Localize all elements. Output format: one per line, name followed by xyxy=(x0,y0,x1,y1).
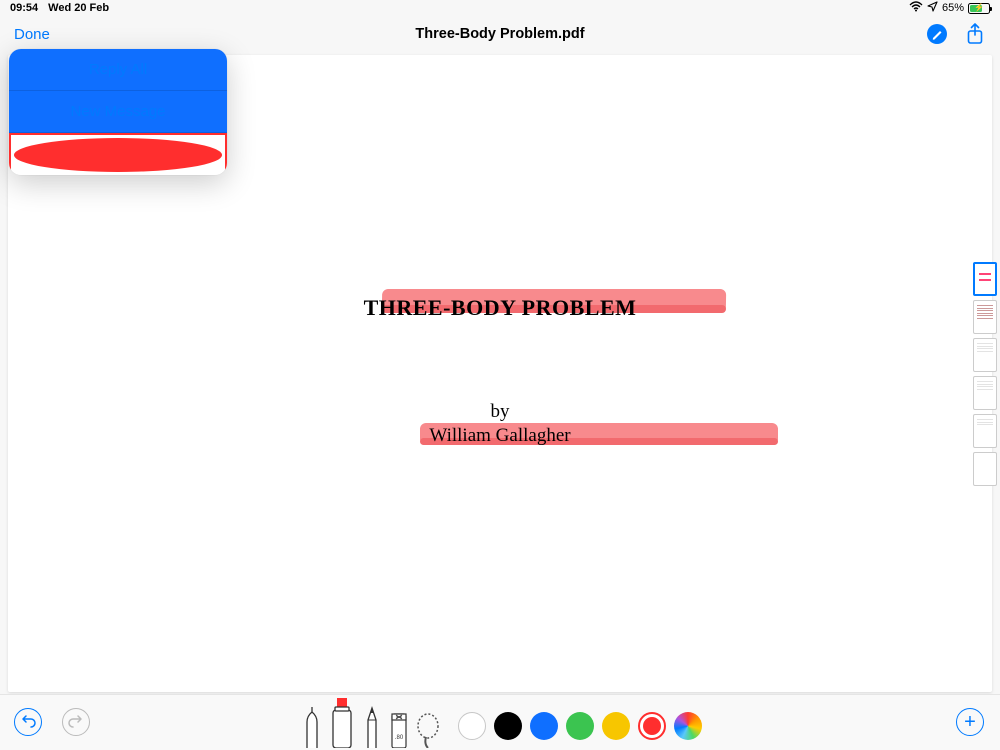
location-icon xyxy=(927,1,938,15)
lasso-tool[interactable] xyxy=(413,704,443,748)
battery-icon: ⚡ xyxy=(968,3,990,14)
color-white[interactable] xyxy=(458,712,486,740)
add-shape-button[interactable]: + xyxy=(956,708,984,736)
new-message-option[interactable]: New Message xyxy=(9,91,227,133)
markup-toolbar: .80 + xyxy=(0,694,1000,750)
color-green[interactable] xyxy=(566,712,594,740)
color-red-selected[interactable] xyxy=(638,712,666,740)
pencil-tool[interactable] xyxy=(359,704,385,748)
drawing-tools: .80 xyxy=(298,695,702,748)
color-blue[interactable] xyxy=(530,712,558,740)
page-thumbnails xyxy=(970,262,1000,486)
redo-button[interactable] xyxy=(62,708,90,736)
markup-pen-icon[interactable] xyxy=(926,23,948,45)
thumbnail-page-1[interactable] xyxy=(973,262,997,296)
pen-tool[interactable] xyxy=(299,704,325,748)
document-by-text: by xyxy=(8,401,992,423)
done-button[interactable]: Done xyxy=(14,26,50,43)
thumbnail-page-5[interactable] xyxy=(973,414,997,448)
document-filename: Three-Body Problem.pdf xyxy=(0,26,1000,42)
thumbnail-page-4[interactable] xyxy=(973,376,997,410)
color-palette xyxy=(458,712,702,740)
status-date: Wed 20 Feb xyxy=(48,2,109,14)
undo-button[interactable] xyxy=(14,708,42,736)
eraser-size-label: .80 xyxy=(395,735,404,741)
status-bar: 09:54 Wed 20 Feb 65% ⚡ xyxy=(0,0,1000,16)
discard-changes-option[interactable]: Discard Changes xyxy=(9,133,227,175)
color-yellow[interactable] xyxy=(602,712,630,740)
document-title-text: THREE-BODY PROBLEM xyxy=(8,295,992,321)
eraser-tool[interactable]: .80 xyxy=(387,704,411,748)
battery-percentage: 65% xyxy=(942,2,964,14)
wifi-icon xyxy=(909,1,923,15)
thumbnail-page-6[interactable] xyxy=(973,452,997,486)
share-icon[interactable] xyxy=(964,23,986,45)
color-picker-icon[interactable] xyxy=(674,712,702,740)
thumbnail-page-3[interactable] xyxy=(973,338,997,372)
document-author-text: William Gallagher xyxy=(8,425,992,447)
color-black[interactable] xyxy=(494,712,522,740)
done-popover: Reply All New Message Discard Changes xyxy=(9,49,227,175)
nav-bar: Done Three-Body Problem.pdf xyxy=(0,16,1000,52)
status-time: 09:54 xyxy=(10,2,38,14)
thumbnail-page-2[interactable] xyxy=(973,300,997,334)
reply-all-option[interactable]: Reply All xyxy=(9,49,227,91)
status-right: 65% ⚡ xyxy=(909,1,990,15)
marker-tool[interactable] xyxy=(327,696,357,748)
